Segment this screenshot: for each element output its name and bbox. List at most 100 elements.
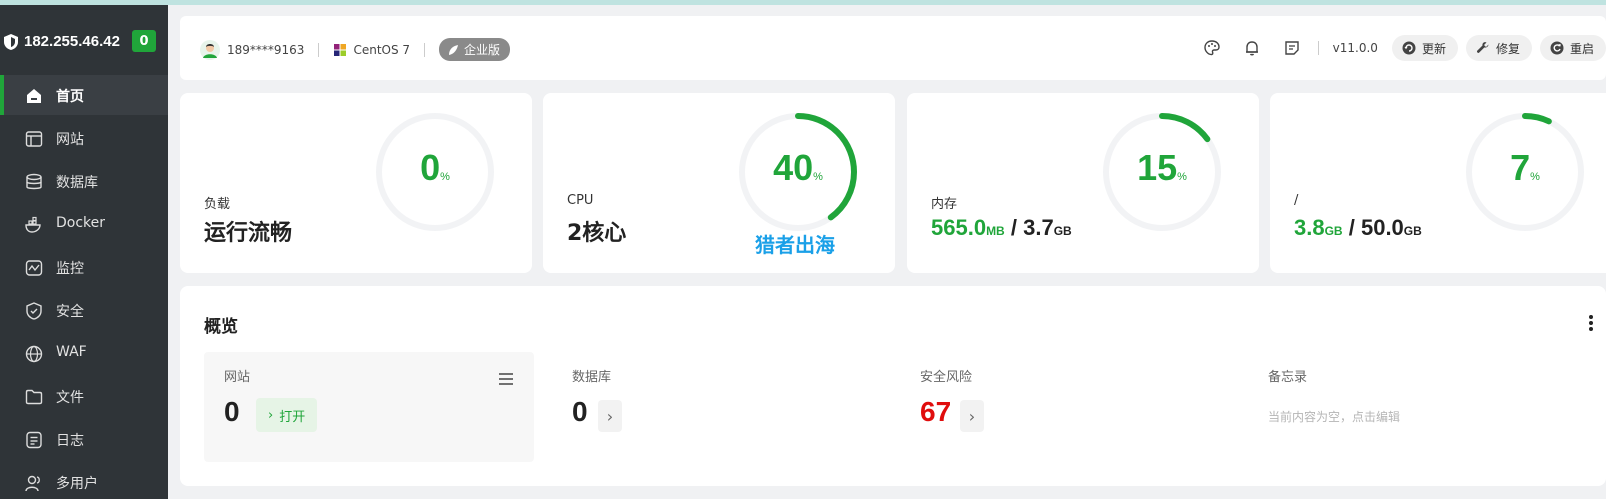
open-label: 打开 <box>279 409 306 425</box>
overview-security-risk: 安全风险 67 › <box>900 352 1230 462</box>
disk-usage: 3.8GB / 50.0GB <box>1294 215 1422 240</box>
enterprise-label: 企业版 <box>464 43 501 57</box>
sidebar-item-label: 日志 <box>56 433 84 449</box>
sidebar-item-database[interactable]: 数据库 <box>0 161 168 201</box>
sidebar-item-label: 安全 <box>56 304 84 320</box>
disk-mount-label: / <box>1294 193 1299 208</box>
security-shield-icon <box>26 302 42 320</box>
sidebar-item-monitor[interactable]: 监控 <box>0 247 168 287</box>
risk-count: 67 <box>920 396 952 427</box>
memory-usage: 565.0MB / 3.7GB <box>931 215 1072 240</box>
docker-icon <box>25 216 41 233</box>
overview-memo[interactable]: 备忘录 当前内容为空，点击编辑 <box>1248 352 1578 462</box>
window-top-strip <box>0 0 1606 5</box>
monitor-icon <box>25 260 43 276</box>
users-icon <box>25 475 40 492</box>
website-icon <box>25 131 43 147</box>
chevron-right-icon: › <box>968 406 976 426</box>
home-icon <box>27 89 41 103</box>
memory-percent: 15% <box>1137 147 1187 188</box>
notification-badge[interactable]: 0 <box>132 30 156 52</box>
database-icon <box>26 173 42 190</box>
version-label: v11.0.0 <box>1332 41 1378 55</box>
header-actions: v11.0.0 更新 修复 重启 <box>1192 34 1606 62</box>
sidebar-item-website[interactable]: 网站 <box>0 118 168 158</box>
update-label: 更新 <box>1421 41 1446 56</box>
database-arrow-button[interactable]: › <box>598 400 622 432</box>
top-header: 189****9163 CentOS 7 企业版 v11.0.0 更新 修复 重… <box>180 16 1606 80</box>
watermark-text: 猎者出海 <box>755 233 835 257</box>
wrench-icon <box>1476 42 1489 53</box>
cpu-percent: 40% <box>773 147 823 188</box>
chevron-right-icon: › <box>606 406 614 426</box>
website-label: 网站 <box>224 370 251 385</box>
sidebar-item-label: Docker <box>56 215 106 231</box>
server-ip: 182.255.46.42 <box>24 33 120 50</box>
database-count: 0 <box>572 396 588 427</box>
sidebar-item-label: WAF <box>56 344 87 360</box>
bell-icon[interactable] <box>1243 39 1261 57</box>
centos-logo-icon <box>334 43 347 56</box>
overview-database: 数据库 0 › <box>552 352 882 462</box>
repair-button[interactable]: 修复 <box>1465 35 1532 61</box>
restart-button[interactable]: 重启 <box>1539 35 1606 61</box>
load-label: 负载 <box>204 197 231 212</box>
divider <box>318 42 320 57</box>
restart-icon <box>1550 41 1564 55</box>
logs-icon <box>26 431 42 449</box>
sidebar-item-logs[interactable]: 日志 <box>0 419 168 459</box>
risk-label: 安全风险 <box>920 370 973 385</box>
shield-icon <box>4 34 18 50</box>
repair-label: 修复 <box>1495 41 1520 56</box>
open-website-button[interactable]: › 打开 <box>256 398 318 432</box>
load-status: 运行流畅 <box>204 221 293 246</box>
sidebar-item-waf[interactable]: WAF <box>0 333 168 373</box>
overview-panel: 概览 网站 0 › 打开 数据库 0 › 安全风险 67 › 备忘录 当前内容为… <box>180 286 1606 486</box>
sidebar-item-security[interactable]: 安全 <box>0 290 168 330</box>
divider <box>1317 41 1319 55</box>
memory-label: 内存 <box>931 197 958 212</box>
sidebar-item-docker[interactable]: Docker <box>0 204 168 244</box>
sidebar-item-label: 数据库 <box>56 175 98 191</box>
avatar[interactable] <box>200 39 220 60</box>
update-button[interactable]: 更新 <box>1391 35 1458 61</box>
disk-card[interactable]: 7% / 3.8GB / 50.0GB <box>1270 93 1606 273</box>
overview-title: 概览 <box>204 317 238 337</box>
overview-website: 网站 0 › 打开 <box>204 352 534 462</box>
sidebar-item-files[interactable]: 文件 <box>0 376 168 416</box>
sidebar-item-multiuser[interactable]: 多用户 <box>0 462 168 499</box>
memory-card[interactable]: 15% 内存 565.0MB / 3.7GB <box>907 93 1259 273</box>
theme-palette-icon[interactable] <box>1203 39 1221 57</box>
risk-arrow-button[interactable]: › <box>960 400 984 432</box>
restart-label: 重启 <box>1569 41 1594 56</box>
leaf-icon <box>449 44 459 55</box>
sidebar-item-label: 网站 <box>56 132 84 148</box>
memo-label: 备忘录 <box>1268 370 1308 385</box>
database-label: 数据库 <box>572 370 612 385</box>
server-brand: 182.255.46.42 0 <box>0 25 168 57</box>
os-name: CentOS 7 <box>353 42 411 57</box>
sidebar-item-label: 文件 <box>56 390 84 406</box>
cpu-card[interactable]: 40% CPU 2核心 猎者出海 <box>543 93 895 273</box>
load-percent: 0% <box>420 147 450 188</box>
disk-percent: 7% <box>1510 147 1540 188</box>
sidebar-item-label: 首页 <box>56 89 84 105</box>
sidebar-item-label: 监控 <box>56 261 84 277</box>
notes-icon[interactable] <box>1283 39 1301 57</box>
sidebar-item-home[interactable]: 首页 <box>0 75 168 115</box>
folder-icon <box>25 389 43 405</box>
enterprise-badge[interactable]: 企业版 <box>439 38 511 61</box>
cpu-cores: 2核心 <box>567 221 627 246</box>
sidebar-item-label: 多用户 <box>56 476 98 492</box>
waf-globe-icon <box>25 345 43 363</box>
list-menu-icon[interactable] <box>498 372 514 386</box>
account-info: 189****9163 CentOS 7 企业版 <box>200 38 511 61</box>
memo-placeholder[interactable]: 当前内容为空，点击编辑 <box>1268 408 1400 425</box>
refresh-icon <box>1402 41 1416 55</box>
cpu-label: CPU <box>567 193 594 208</box>
sidebar: 182.255.46.42 0 首页 网站 数据库 Docker 监控 安全 W… <box>0 5 168 499</box>
website-count: 0 <box>224 396 240 427</box>
more-vertical-icon[interactable] <box>1588 314 1594 332</box>
load-card[interactable]: 0% 负载 运行流畅 <box>180 93 532 273</box>
account-phone[interactable]: 189****9163 <box>227 43 304 57</box>
